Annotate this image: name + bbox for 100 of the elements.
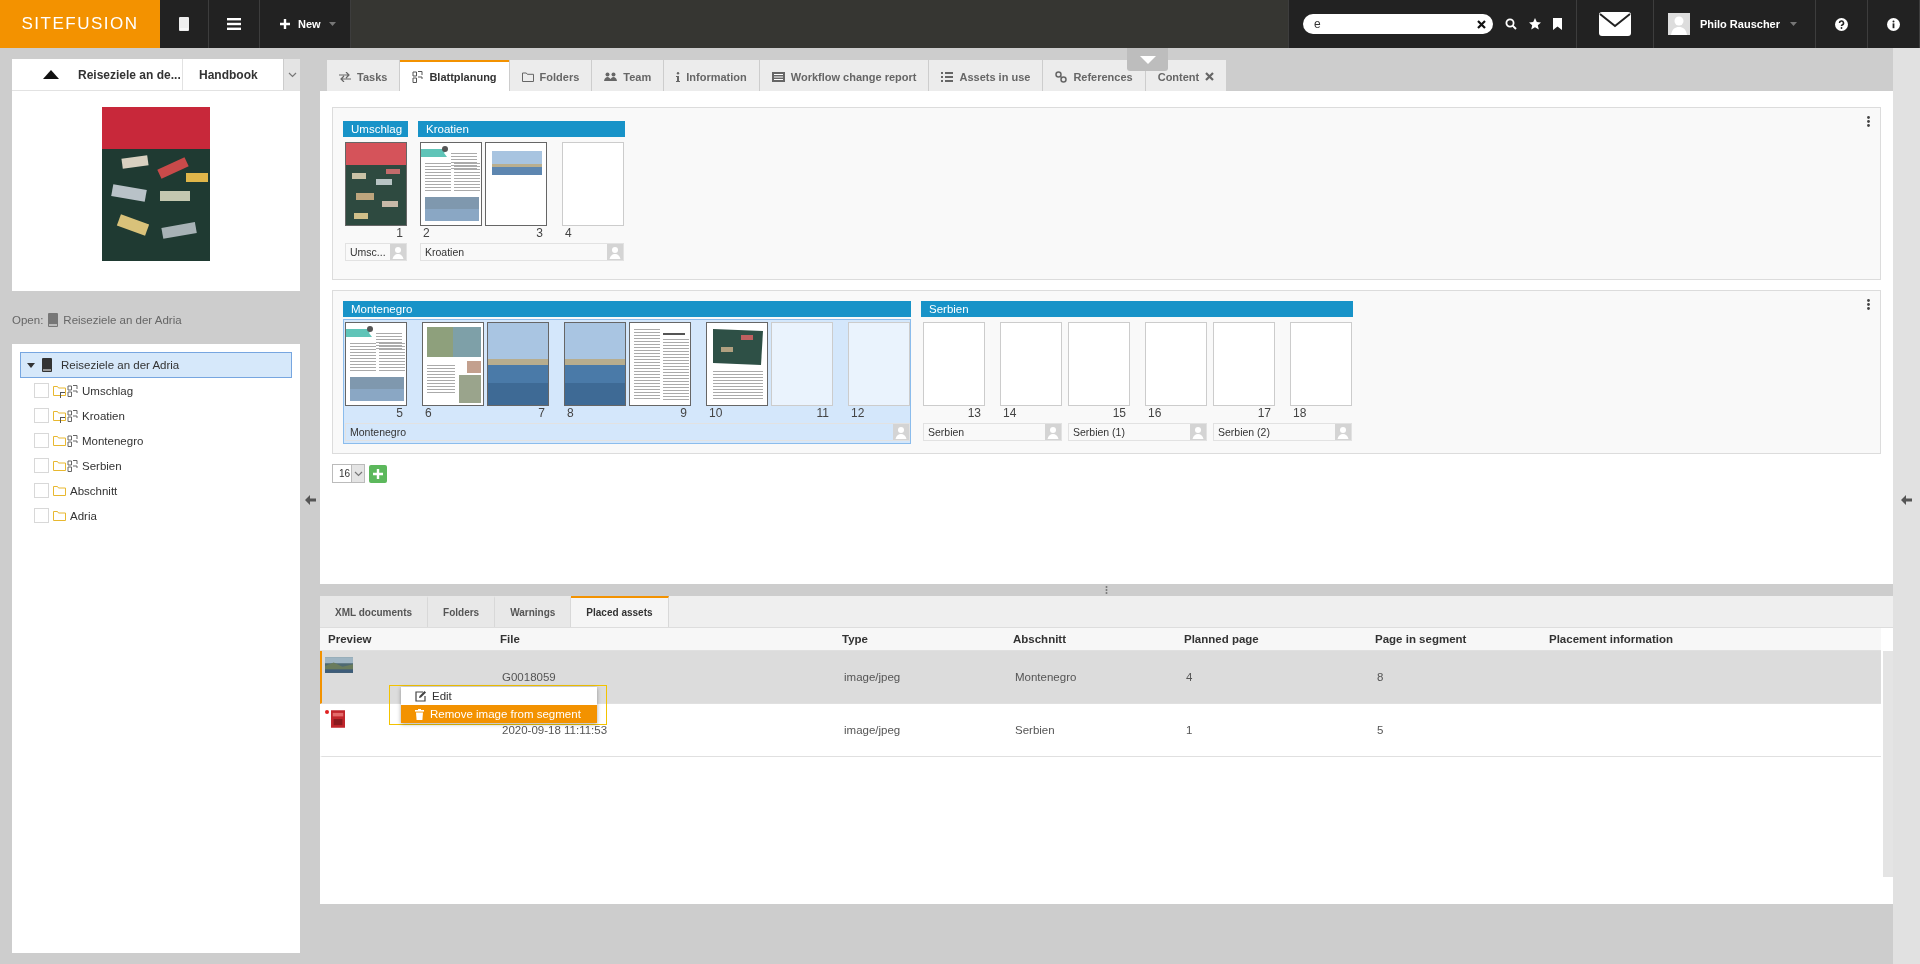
book-icon xyxy=(47,313,60,327)
info-icon[interactable] xyxy=(1887,17,1900,31)
page-thumbnail[interactable] xyxy=(629,322,691,406)
tree-item[interactable]: Adria xyxy=(70,509,97,522)
column-header[interactable]: Placement information xyxy=(1541,633,1673,645)
mail-button[interactable] xyxy=(1576,0,1654,48)
tree-item[interactable]: Serbien xyxy=(82,459,122,472)
help-button[interactable] xyxy=(1816,0,1868,48)
checkbox[interactable] xyxy=(34,483,49,498)
table-cell-text: 2020-09-18 11:11:53 xyxy=(501,724,609,736)
help-icon[interactable] xyxy=(1835,17,1848,31)
segment-label: Serbien xyxy=(928,426,965,438)
edit-icon xyxy=(415,690,426,702)
table-cell-text: G0018059 xyxy=(501,671,557,683)
checkbox[interactable] xyxy=(34,383,49,398)
tab[interactable]: Assets in use xyxy=(929,60,1043,91)
page-number: 17 xyxy=(1257,406,1272,421)
new-button[interactable]: New xyxy=(260,0,351,48)
tree-item[interactable]: Kroatien xyxy=(82,409,125,422)
book-button[interactable] xyxy=(160,0,209,48)
table-cell-text: Montenegro xyxy=(1014,671,1078,683)
page-number: 16 xyxy=(1147,406,1163,421)
plus-icon xyxy=(373,468,384,479)
tab[interactable]: XML documents xyxy=(320,596,429,627)
checkbox[interactable] xyxy=(34,458,49,473)
user-menu[interactable]: Philo Rauscher xyxy=(1653,0,1816,48)
expand-icon[interactable] xyxy=(27,361,35,369)
tab[interactable]: Warnings xyxy=(495,596,572,627)
menu-item[interactable]: Edit xyxy=(401,687,597,705)
info-icon xyxy=(676,71,681,82)
tree-item[interactable]: Montenegro xyxy=(82,434,144,447)
arrow-left-icon[interactable] xyxy=(304,495,316,505)
page-number: 9 xyxy=(680,406,688,421)
page-number: 1 xyxy=(396,226,404,241)
menu-button[interactable] xyxy=(209,0,260,48)
column-header[interactable]: Preview xyxy=(320,633,492,645)
search-icon[interactable] xyxy=(1504,18,1517,30)
page-thumbnail[interactable] xyxy=(420,142,482,226)
more-icon[interactable] xyxy=(1867,116,1870,127)
tree-item[interactable]: Reiseziele an der Adria xyxy=(20,352,292,378)
folder-icon xyxy=(521,71,534,82)
search-field[interactable]: e xyxy=(1302,14,1493,34)
page-thumbnail[interactable] xyxy=(706,322,768,406)
folder-icon xyxy=(53,410,66,421)
layout-icon xyxy=(67,459,78,472)
page-thumbnail[interactable] xyxy=(564,322,626,406)
page-number: 4 xyxy=(564,226,573,241)
type-select[interactable]: Handbook xyxy=(182,59,300,90)
report-icon xyxy=(771,71,785,82)
scrollbar[interactable] xyxy=(1883,651,1893,877)
caret-icon xyxy=(1790,22,1797,26)
column-header[interactable]: File xyxy=(492,633,834,645)
page-thumbnail[interactable] xyxy=(345,142,407,226)
page-thumbnail[interactable] xyxy=(345,322,407,406)
tab[interactable]: Tasks xyxy=(327,60,400,91)
add-button[interactable] xyxy=(369,464,388,483)
info-button[interactable] xyxy=(1868,0,1920,48)
page-thumbnail[interactable] xyxy=(485,142,547,226)
tab[interactable]: Team xyxy=(592,60,664,91)
column-header[interactable]: Type xyxy=(834,633,1005,645)
column-header[interactable]: Page in segment xyxy=(1367,633,1541,645)
tab[interactable]: Folders xyxy=(428,596,496,627)
tab[interactable]: Workflow change report xyxy=(759,60,929,91)
chevron-down-icon xyxy=(353,470,363,477)
checkbox[interactable] xyxy=(34,433,49,448)
star-icon[interactable] xyxy=(1528,18,1541,30)
page-count-select[interactable]: 16 xyxy=(332,464,366,483)
close-icon[interactable] xyxy=(1476,19,1486,29)
page-thumbnail[interactable] xyxy=(487,322,549,406)
tab[interactable]: Blattplanung xyxy=(400,60,509,91)
tab[interactable]: Placed assets xyxy=(571,596,669,627)
triangle-up-icon[interactable] xyxy=(43,70,59,79)
page-number: 14 xyxy=(1002,406,1018,421)
tab[interactable]: Folders xyxy=(509,60,592,91)
open-document[interactable]: Reiseziele an der Adria xyxy=(63,314,182,326)
tab[interactable]: Information xyxy=(664,60,759,91)
bookmark-icon[interactable] xyxy=(1552,18,1562,30)
caret-icon xyxy=(328,22,336,26)
mail-icon[interactable] xyxy=(1598,12,1631,36)
checkbox[interactable] xyxy=(34,508,49,523)
tree-item[interactable]: Abschnitt xyxy=(70,484,118,497)
page-number: 7 xyxy=(538,406,546,421)
table-cell-text: image/jpeg xyxy=(843,724,902,736)
page-number: 8 xyxy=(566,406,575,421)
page-thumbnail[interactable] xyxy=(422,322,484,406)
book-icon xyxy=(41,358,53,372)
more-icon[interactable] xyxy=(1867,299,1870,310)
tree-item[interactable]: Umschlag xyxy=(82,384,134,397)
checkbox[interactable] xyxy=(34,408,49,423)
grip-icon[interactable] xyxy=(1105,586,1108,594)
column-header[interactable]: Abschnitt xyxy=(1005,633,1176,645)
page-number: 6 xyxy=(424,406,433,421)
table-cell-text: 8 xyxy=(1376,671,1385,683)
menu-icon xyxy=(227,18,241,30)
tab[interactable]: References xyxy=(1043,60,1145,91)
arrow-left-icon[interactable] xyxy=(1901,495,1912,505)
column-header[interactable]: Planned page xyxy=(1176,633,1367,645)
avatar-icon xyxy=(1667,13,1690,35)
page-number: 10 xyxy=(708,406,724,421)
collapse-handle[interactable] xyxy=(1127,48,1168,71)
